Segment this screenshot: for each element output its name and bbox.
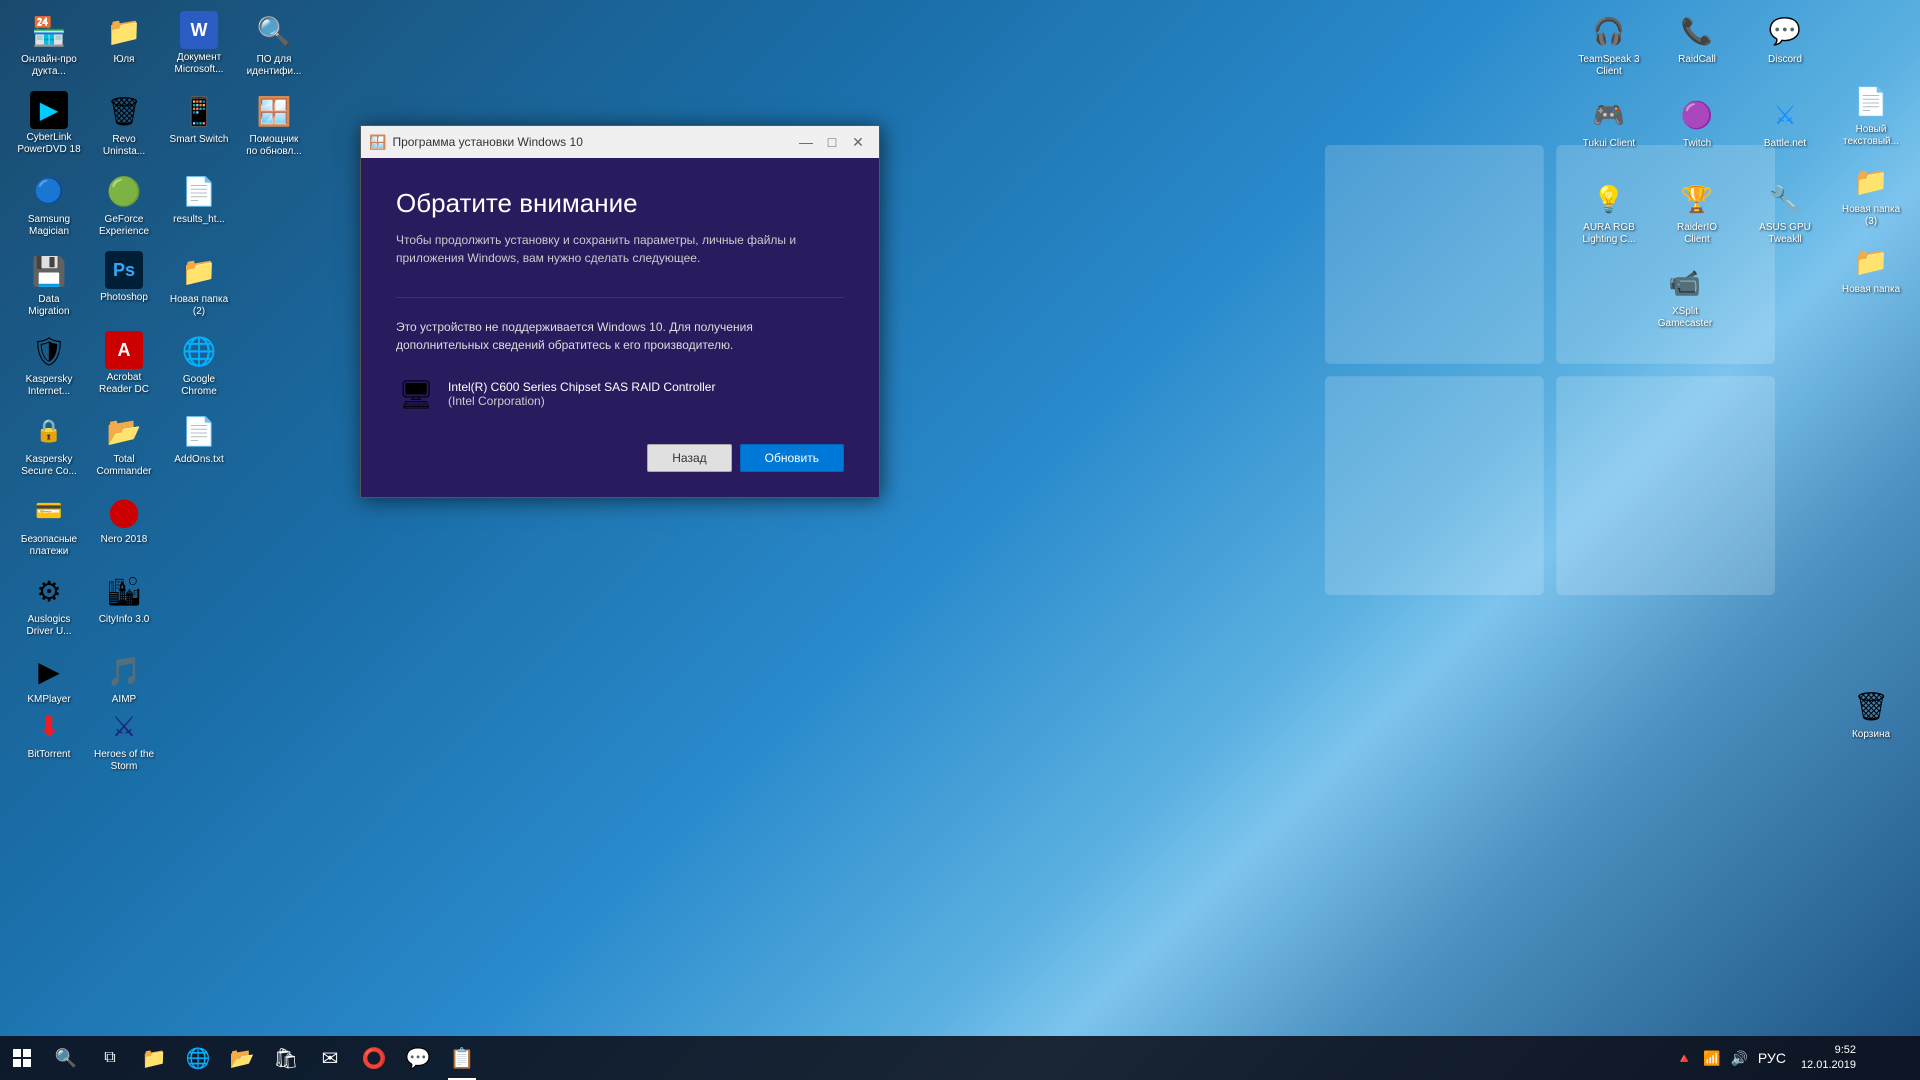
- dialog-title-text: Программа установки Windows 10: [392, 135, 793, 149]
- show-desktop-button[interactable]: [1868, 1036, 1912, 1080]
- icon-yulia[interactable]: 📁 Юля: [84, 7, 164, 87]
- icon-cyberlink[interactable]: ▶ CyberLinkPowerDVD 18: [9, 87, 89, 167]
- top-right-tray: 🎧 TeamSpeak 3Client 📞 RaidCall 💬 Discord…: [1560, 0, 1920, 346]
- taskbar-active-app[interactable]: 📋: [440, 1036, 484, 1080]
- icon-po-dlia[interactable]: 🔍 ПО дляидентифи...: [234, 7, 314, 87]
- tray-expand-icon[interactable]: 🔺: [1673, 1050, 1696, 1067]
- icon-battlenet[interactable]: ⚔ Battle.net: [1745, 91, 1825, 171]
- taskbar-edge[interactable]: 🌐: [176, 1036, 220, 1080]
- taskbar-apps: 📁 🌐 📂 🛍 ✉ ⭕ 💬 📋: [132, 1036, 484, 1080]
- icon-new-txt[interactable]: 📄 Новыйтекстовый...: [1831, 77, 1911, 157]
- device-info: Intel(R) C600 Series Chipset SAS RAID Co…: [448, 380, 715, 408]
- icon-online-product[interactable]: 🏪 Онлайн-продукта...: [9, 7, 89, 87]
- icon-raiderio[interactable]: 🏆 RaiderIOClient: [1657, 175, 1737, 255]
- icon-aura-rgb[interactable]: 💡 AURA RGBLighting C...: [1569, 175, 1649, 255]
- icon-heroes[interactable]: ⚔ Heroes of theStorm: [84, 702, 164, 782]
- icon-kaspersky-secure[interactable]: 🔒 KasperskySecure Co...: [9, 407, 89, 487]
- tray-sound-icon[interactable]: 🔊: [1727, 1050, 1750, 1067]
- icon-xsplit[interactable]: 📹 XSplitGamecaster: [1645, 259, 1725, 339]
- desktop: 🏪 Онлайн-продукта... ▶ CyberLinkPowerDVD…: [0, 0, 1920, 1080]
- icon-auslogics[interactable]: ⚙ AuslogicsDriver U...: [9, 567, 89, 647]
- tray-lang-icon[interactable]: РУС: [1755, 1050, 1789, 1066]
- taskbar-system-tray: 🔺 📶 🔊 РУС 9:52 12.01.2019: [1665, 1036, 1920, 1080]
- taskbar-opera[interactable]: ⭕: [352, 1036, 396, 1080]
- windows-setup-dialog: 🪟 Программа установки Windows 10 — □ ✕ О…: [360, 125, 880, 498]
- dialog-device: 🖥 Intel(R) C600 Series Chipset SAS RAID …: [396, 374, 844, 414]
- search-button[interactable]: 🔍: [44, 1036, 88, 1080]
- icon-new-folder-2[interactable]: 📁 Новая папка(2): [159, 247, 239, 327]
- device-icon: 🖥: [396, 374, 436, 414]
- icon-recycle[interactable]: 🗑 Корзина: [1831, 682, 1911, 762]
- device-vendor: (Intel Corporation): [448, 394, 715, 408]
- dialog-maximize-button[interactable]: □: [819, 129, 845, 155]
- icon-discord[interactable]: 💬 Discord: [1745, 7, 1825, 87]
- icon-tukui[interactable]: 🎮 Tukui Client: [1569, 91, 1649, 171]
- tray-network-icon[interactable]: 📶: [1700, 1050, 1723, 1067]
- update-button[interactable]: Обновить: [740, 444, 844, 472]
- taskbar-discord[interactable]: 💬: [396, 1036, 440, 1080]
- taskbar-explorer[interactable]: 📁: [132, 1036, 176, 1080]
- device-name: Intel(R) C600 Series Chipset SAS RAID Co…: [448, 380, 715, 394]
- icon-word[interactable]: W ДокументMicrosoft...: [159, 7, 239, 87]
- back-button[interactable]: Назад: [647, 444, 731, 472]
- taskbar: 🔍 ⧉ 📁 🌐 📂 🛍 ✉ ⭕ 💬 📋 🔺 📶 🔊 РУС 9:52 12.01…: [0, 1036, 1920, 1080]
- icon-cityinfo[interactable]: 🏙 CityInfo 3.0: [84, 567, 164, 647]
- icon-total-commander[interactable]: 📂 TotalCommander: [84, 407, 164, 487]
- icon-new-folder-3[interactable]: 📁 Новая папка(3): [1831, 157, 1911, 237]
- icon-photoshop[interactable]: Ps Photoshop: [84, 247, 164, 327]
- dialog-warning: Это устройство не поддерживается Windows…: [396, 318, 844, 354]
- icon-google-chrome[interactable]: 🌐 GoogleChrome: [159, 327, 239, 407]
- icon-nero[interactable]: ⬤ Nero 2018: [84, 487, 164, 567]
- dialog-body: Обратите внимание Чтобы продолжить устан…: [361, 158, 879, 497]
- icon-bittorrent[interactable]: ⬇ BitTorrent: [9, 702, 89, 782]
- taskbar-store[interactable]: 🛍: [264, 1036, 308, 1080]
- task-view-button[interactable]: ⧉: [88, 1036, 132, 1080]
- icon-teamspeak[interactable]: 🎧 TeamSpeak 3Client: [1569, 7, 1649, 87]
- taskbar-clock[interactable]: 9:52 12.01.2019: [1793, 1043, 1864, 1074]
- dialog-titlebar: 🪟 Программа установки Windows 10 — □ ✕: [361, 126, 879, 158]
- dialog-minimize-button[interactable]: —: [793, 129, 819, 155]
- icon-asus-gpu[interactable]: 🔧 ASUS GPUTweakll: [1745, 175, 1825, 255]
- dialog-close-button[interactable]: ✕: [845, 129, 871, 155]
- icon-raidcall[interactable]: 📞 RaidCall: [1657, 7, 1737, 87]
- icon-kaspersky-internet[interactable]: 🛡 KasperskyInternet...: [9, 327, 89, 407]
- icon-geforce[interactable]: 🟢 GeForceExperience: [84, 167, 164, 247]
- icon-addons[interactable]: 📄 AddOns.txt: [159, 407, 239, 487]
- taskbar-files[interactable]: 📂: [220, 1036, 264, 1080]
- dialog-heading: Обратите внимание: [396, 188, 844, 219]
- dialog-subtitle: Чтобы продолжить установку и сохранить п…: [396, 231, 844, 267]
- icon-data-migration[interactable]: 💾 DataMigration: [9, 247, 89, 327]
- dialog-title-icon: 🪟: [369, 134, 386, 151]
- icon-twitch[interactable]: 🟣 Twitch: [1657, 91, 1737, 171]
- desktop-icons-left: 🏪 Онлайн-продукта... ▶ CyberLinkPowerDVD…: [0, 0, 200, 1080]
- taskbar-mail[interactable]: ✉: [308, 1036, 352, 1080]
- start-button[interactable]: [0, 1036, 44, 1080]
- icon-bezopasnye[interactable]: 💳 Безопасныеплатежи: [9, 487, 89, 567]
- icon-revo[interactable]: 🗑 RevoUninsta...: [84, 87, 164, 167]
- icon-smart-switch[interactable]: 📱 Smart Switch: [159, 87, 239, 167]
- icon-results[interactable]: 📄 results_ht...: [159, 167, 239, 247]
- icon-new-folder-empty[interactable]: 📁 Новая папка: [1831, 237, 1911, 317]
- dialog-footer: Назад Обновить: [396, 444, 844, 472]
- icon-pomoshnik[interactable]: 🪟 Помощникпо обновл...: [234, 87, 314, 167]
- icon-acrobat[interactable]: A AcrobatReader DC: [84, 327, 164, 407]
- icon-samsung-magician[interactable]: 🔵 SamsungMagician: [9, 167, 89, 247]
